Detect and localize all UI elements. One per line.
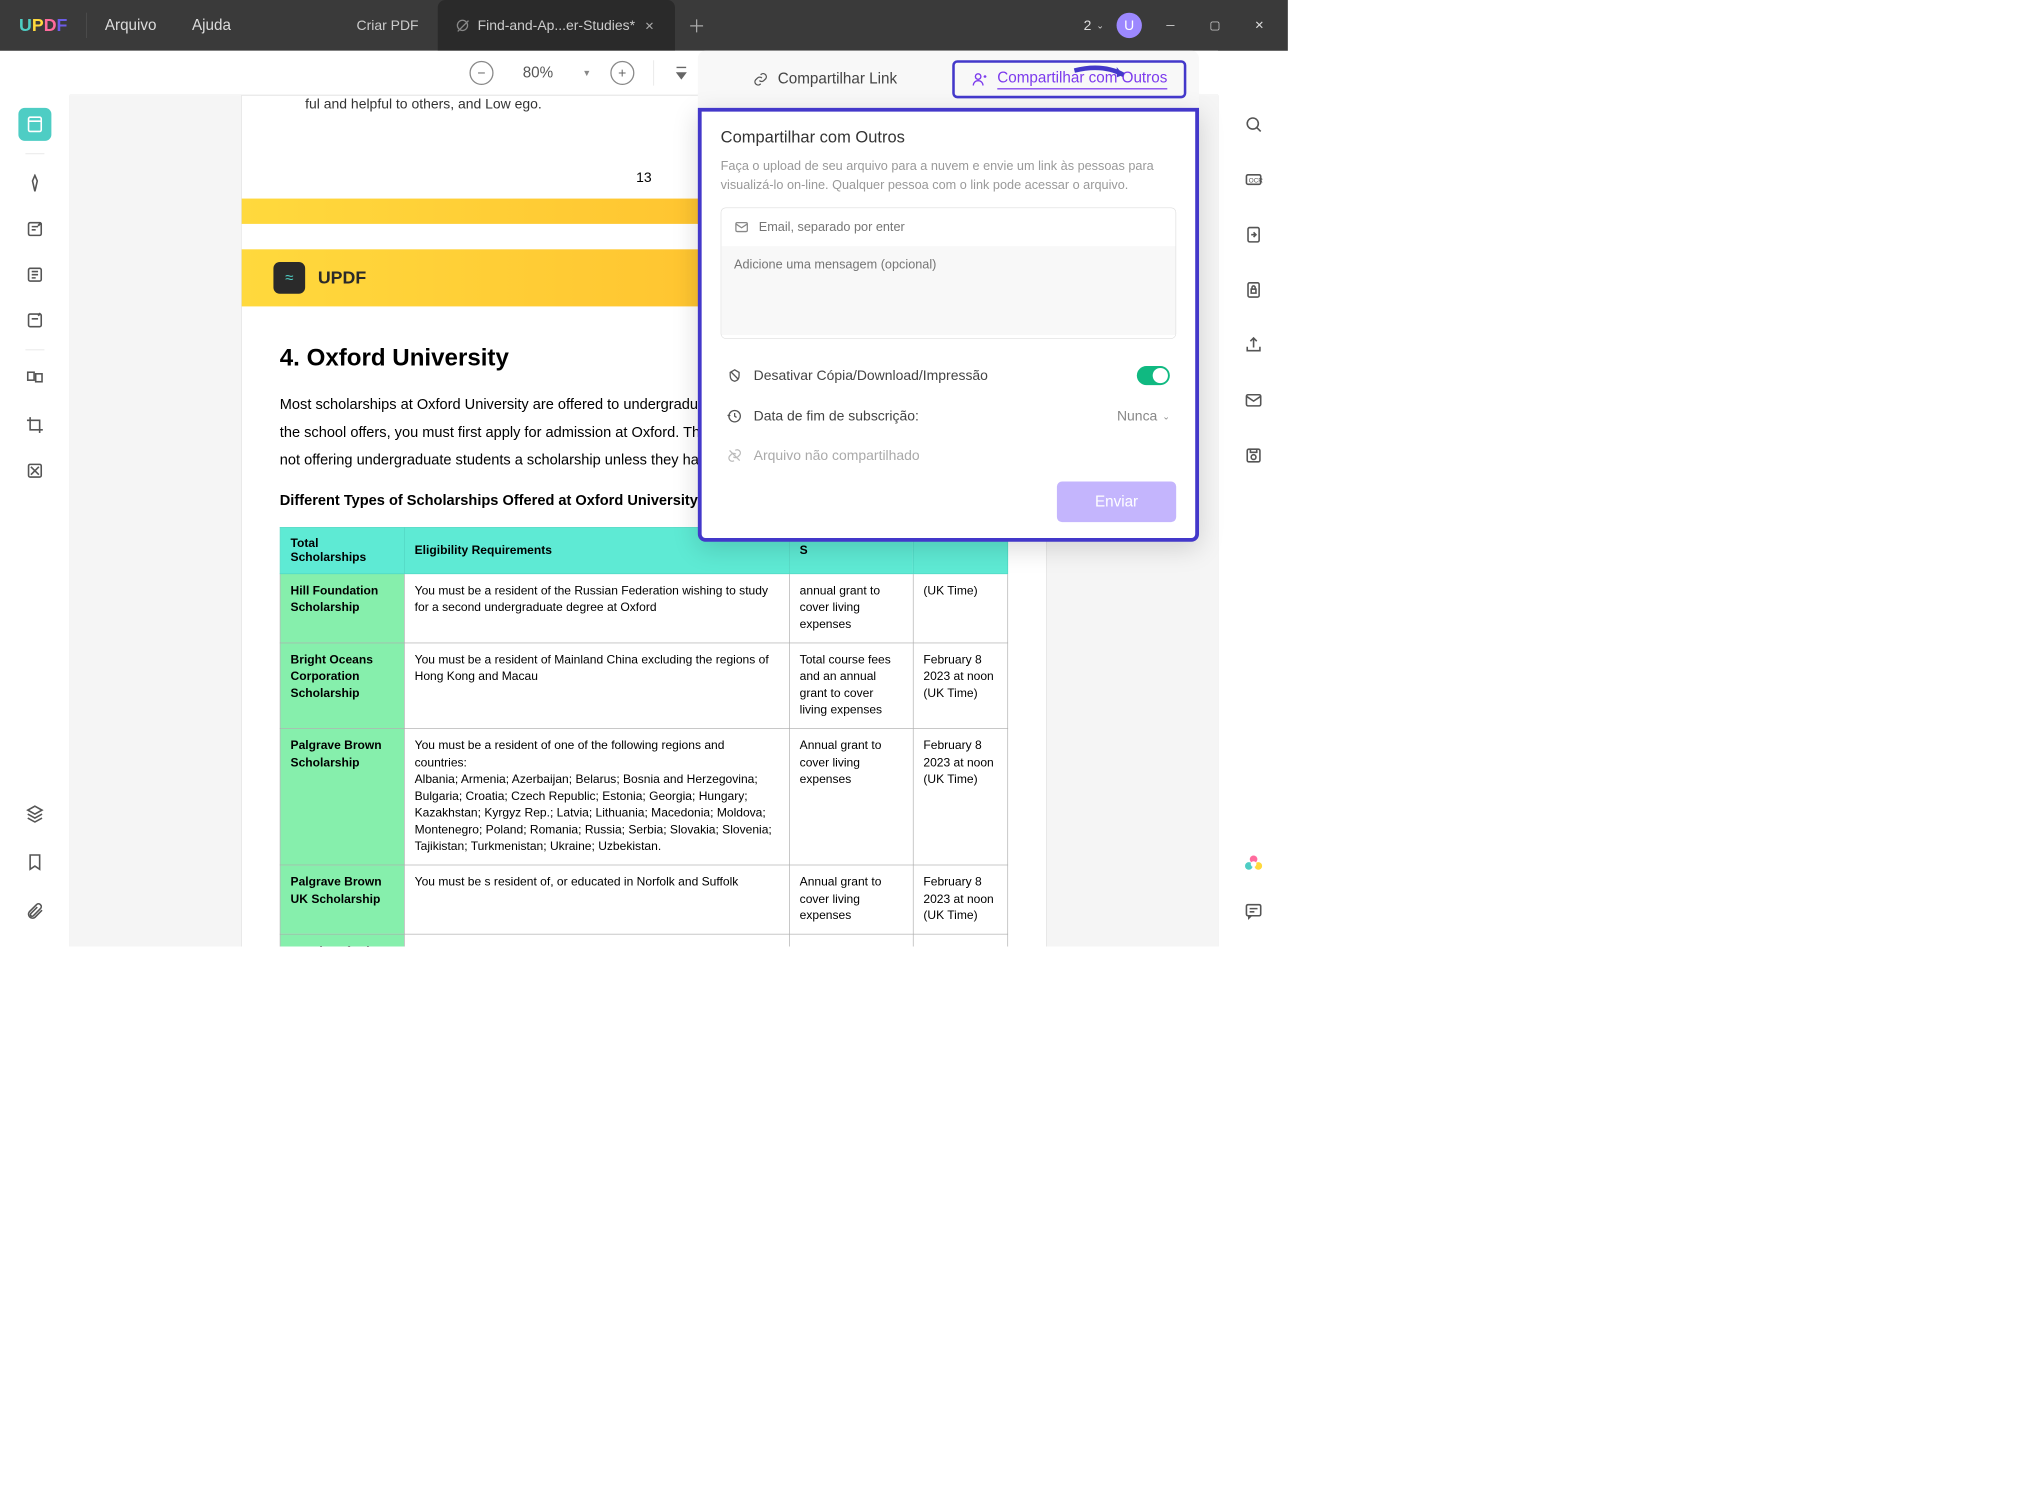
- not-shared-status: Arquivo não compartilhado: [721, 436, 1176, 475]
- unlink-icon: [727, 448, 742, 463]
- minimize-button[interactable]: ─: [1155, 10, 1187, 42]
- menu-help[interactable]: Ajuda: [174, 16, 248, 34]
- left-rail: [0, 95, 70, 946]
- tab-document[interactable]: Find-and-Ap...er-Studies* ✕: [438, 0, 675, 51]
- history-icon: [727, 409, 742, 424]
- tab-add-button[interactable]: ＋: [688, 13, 706, 38]
- thumbnails-button[interactable]: [18, 108, 51, 141]
- expiry-dropdown[interactable]: Nunca ⌄: [1117, 408, 1170, 424]
- popup-description: Faça o upload de seu arquivo para a nuve…: [721, 157, 1176, 195]
- app-logo: UPDF: [0, 15, 86, 35]
- search-button[interactable]: [1237, 108, 1270, 141]
- email-button[interactable]: [1237, 384, 1270, 417]
- share-others-tab[interactable]: Compartilhar com Outros: [952, 60, 1186, 98]
- disable-copy-option: Desativar Cópia/Download/Impressão: [721, 355, 1176, 397]
- maximize-button[interactable]: ▢: [1199, 10, 1231, 42]
- share-link-tab[interactable]: Compartilhar Link: [711, 60, 940, 98]
- redact-button[interactable]: [18, 454, 51, 487]
- email-input[interactable]: [759, 220, 1163, 235]
- first-page-button[interactable]: [673, 64, 689, 80]
- bookmark-button[interactable]: [18, 846, 51, 879]
- annotate-button[interactable]: [18, 213, 51, 246]
- ai-icon[interactable]: [1242, 853, 1265, 876]
- crop-button[interactable]: [18, 409, 51, 442]
- zoom-dropdown[interactable]: ▼: [582, 68, 591, 78]
- organize-button[interactable]: [18, 363, 51, 396]
- attachment-button[interactable]: [18, 895, 51, 928]
- tab-create-pdf[interactable]: Criar PDF: [338, 0, 438, 51]
- avatar[interactable]: U: [1117, 13, 1142, 38]
- layers-button[interactable]: [18, 797, 51, 830]
- link-icon: [753, 72, 768, 87]
- zoom-out-button[interactable]: −: [469, 61, 493, 85]
- popup-title: Compartilhar com Outros: [721, 128, 1176, 148]
- convert-button[interactable]: [1237, 218, 1270, 251]
- close-button[interactable]: ✕: [1243, 10, 1275, 42]
- send-button[interactable]: Enviar: [1057, 482, 1176, 523]
- text-button[interactable]: [18, 258, 51, 291]
- comment-button[interactable]: [1237, 895, 1270, 928]
- unsaved-icon: [457, 20, 468, 31]
- ocr-button[interactable]: OCR: [1237, 163, 1270, 196]
- svg-text:OCR: OCR: [1248, 178, 1262, 185]
- disable-copy-toggle[interactable]: [1137, 366, 1170, 385]
- share-button[interactable]: [1237, 329, 1270, 362]
- user-add-icon: [971, 71, 987, 87]
- scholarships-table: Total ScholarshipsEligibility Requiremen…: [280, 527, 1008, 946]
- protect-button[interactable]: [1237, 273, 1270, 306]
- form-button[interactable]: [18, 304, 51, 337]
- message-input[interactable]: [721, 246, 1175, 335]
- titlebar: UPDF Arquivo Ajuda Criar PDF Find-and-Ap…: [0, 0, 1288, 51]
- right-rail: OCR: [1218, 95, 1288, 946]
- highlight-button[interactable]: [18, 167, 51, 200]
- save-button[interactable]: [1237, 439, 1270, 472]
- mail-icon: [734, 220, 749, 235]
- zoom-value[interactable]: 80%: [513, 64, 564, 82]
- counter[interactable]: 2 ⌄: [1084, 17, 1104, 33]
- close-icon[interactable]: ✕: [645, 20, 656, 31]
- block-icon: [727, 368, 742, 383]
- menu-file[interactable]: Arquivo: [87, 16, 174, 34]
- share-popup: Compartilhar Link Compartilhar com Outro…: [698, 51, 1199, 542]
- zoom-in-button[interactable]: +: [610, 61, 634, 85]
- updf-badge-icon: ≈: [273, 262, 305, 294]
- expiry-option: Data de fim de subscrição: Nunca ⌄: [721, 397, 1176, 436]
